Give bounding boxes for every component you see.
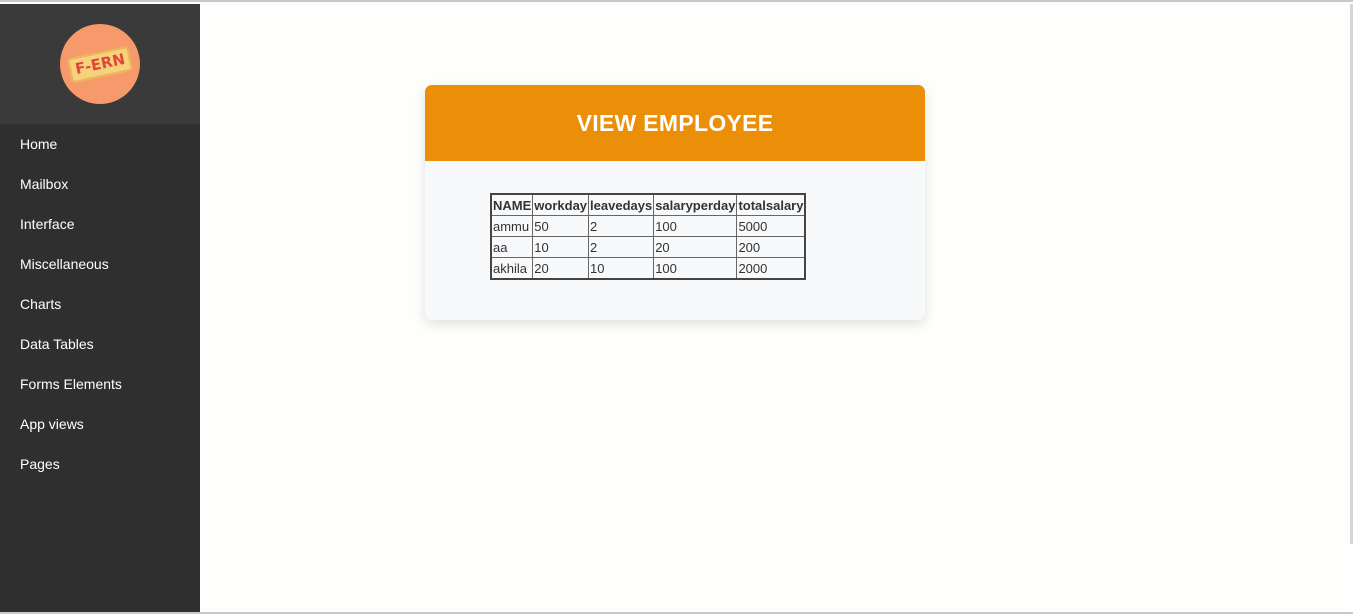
sidebar-item-forms-elements[interactable]: Forms Elements <box>0 364 200 404</box>
column-header-leavedays: leavedays <box>588 193 655 216</box>
sidebar-item-home[interactable]: Home <box>0 124 200 164</box>
logo[interactable]: F-ERN <box>60 24 140 104</box>
sidebar-item-mailbox[interactable]: Mailbox <box>0 164 200 204</box>
logo-area: F-ERN <box>0 4 200 124</box>
table-cell: 20 <box>532 257 590 280</box>
column-header-salaryperday: salaryperday <box>653 193 738 216</box>
table-cell: 100 <box>653 215 738 237</box>
table-cell: aa <box>490 236 534 258</box>
main-content: VIEW EMPLOYEE NAME workday leavedays sal… <box>200 4 1350 612</box>
sidebar-item-data-tables[interactable]: Data Tables <box>0 324 200 364</box>
table-cell: 200 <box>736 236 806 258</box>
logo-plate: F-ERN <box>66 45 134 83</box>
table-header-row: NAME workday leavedays salaryperday tota… <box>490 193 806 216</box>
table-row: aa 10 2 20 200 <box>490 236 806 258</box>
column-header-workday: workday <box>532 193 590 216</box>
sidebar-item-charts[interactable]: Charts <box>0 284 200 324</box>
view-employee-card: VIEW EMPLOYEE NAME workday leavedays sal… <box>425 85 925 320</box>
table-row: ammu 50 2 100 5000 <box>490 215 806 237</box>
table-row: akhila 20 10 100 2000 <box>490 257 806 280</box>
table-cell: 5000 <box>736 215 806 237</box>
sidebar-item-pages[interactable]: Pages <box>0 444 200 484</box>
table-cell: ammu <box>490 215 534 237</box>
sidebar-item-app-views[interactable]: App views <box>0 404 200 444</box>
sidebar-nav: Home Mailbox Interface Miscellaneous Cha… <box>0 124 200 484</box>
table-cell: 2000 <box>736 257 806 280</box>
sidebar-item-interface[interactable]: Interface <box>0 204 200 244</box>
table-cell: 20 <box>653 236 738 258</box>
table-cell: 2 <box>588 215 655 237</box>
sidebar: F-ERN Home Mailbox Interface Miscellaneo… <box>0 4 200 612</box>
table-cell: 50 <box>532 215 590 237</box>
column-header-name: NAME <box>490 193 534 216</box>
sidebar-item-miscellaneous[interactable]: Miscellaneous <box>0 244 200 284</box>
table-cell: 100 <box>653 257 738 280</box>
logo-text: F-ERN <box>73 49 127 78</box>
table-cell: 10 <box>532 236 590 258</box>
employee-table: NAME workday leavedays salaryperday tota… <box>490 193 807 280</box>
table-cell: akhila <box>490 257 534 280</box>
card-title: VIEW EMPLOYEE <box>425 85 925 161</box>
column-header-totalsalary: totalsalary <box>736 193 806 216</box>
table-cell: 10 <box>588 257 655 280</box>
browser-viewport: F-ERN Home Mailbox Interface Miscellaneo… <box>0 0 1353 614</box>
table-cell: 2 <box>588 236 655 258</box>
